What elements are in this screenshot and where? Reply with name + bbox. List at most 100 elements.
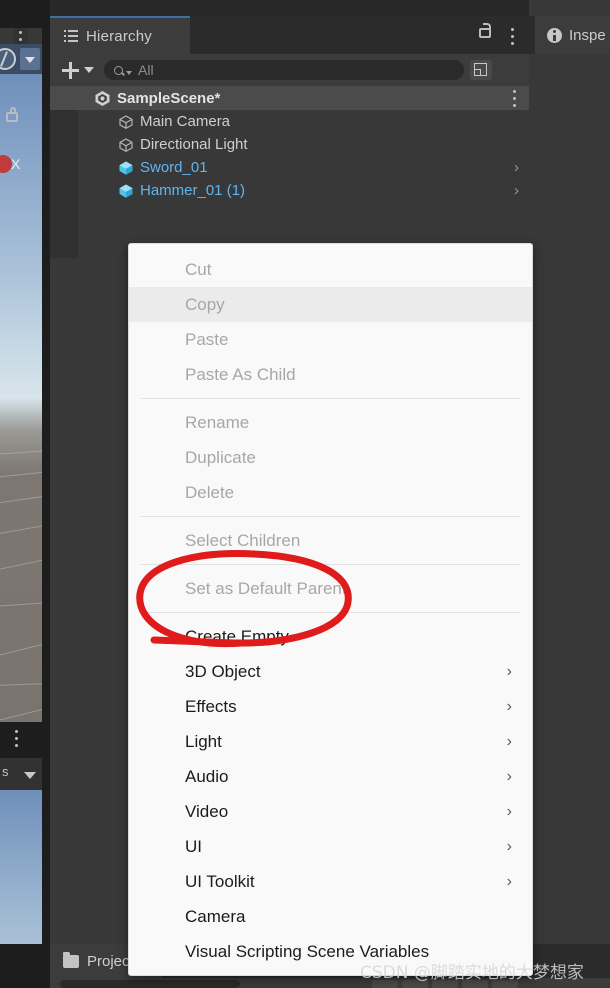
menu-item-label: Light	[185, 731, 222, 751]
menu-item-label: Paste As Child	[185, 364, 296, 384]
menu-item-paste: Paste	[129, 322, 532, 357]
tree-row-label: SampleScene*	[117, 89, 221, 107]
chevron-right-icon[interactable]: ›	[514, 183, 519, 198]
menu-item-light[interactable]: Light ›	[129, 724, 532, 759]
chevron-right-icon[interactable]: ›	[514, 160, 519, 175]
tab-hierarchy-label: Hierarchy	[86, 27, 152, 45]
tree-row-hammer-01[interactable]: Hammer_01 (1) ›	[50, 179, 529, 202]
menu-item-label: Copy	[185, 294, 225, 314]
tree-row-directional-light[interactable]: Directional Light	[50, 133, 529, 156]
watermark-text: CSDN @脚踏实地的大梦想家	[360, 963, 584, 983]
menu-item-label: UI Toolkit	[185, 871, 255, 891]
menu-item-label: UI	[185, 836, 202, 856]
menu-item-label: 3D Object	[185, 661, 261, 681]
menu-item-audio[interactable]: Audio ›	[129, 759, 532, 794]
menu-item-set-as-default-parent: Set as Default Parent	[129, 571, 532, 606]
inspector-body	[529, 54, 610, 944]
tree-row-samplescene[interactable]: SampleScene*	[50, 86, 529, 110]
scene-axis-x-label: X	[11, 156, 21, 172]
chevron-down-icon[interactable]	[84, 67, 94, 73]
row-menu-kebab-icon[interactable]	[513, 90, 517, 111]
menu-item-3d-object[interactable]: 3D Object ›	[129, 654, 532, 689]
menu-item-paste-as-child: Paste As Child	[129, 357, 532, 392]
add-object-button[interactable]	[60, 60, 80, 80]
menu-item-label: Create Empty	[185, 626, 289, 646]
project-search-input[interactable]	[60, 980, 240, 988]
scene-view-panel[interactable]: X s	[0, 0, 42, 988]
lock-icon[interactable]	[479, 23, 491, 38]
menu-item-delete: Delete	[129, 475, 532, 510]
panel-divider	[42, 0, 50, 988]
scene-tool-label: s	[2, 764, 9, 779]
scene-lock-icon	[6, 107, 18, 122]
scene-bottom-bar	[0, 722, 42, 758]
menu-item-label: Paste	[185, 329, 229, 349]
search-input[interactable]: All	[104, 60, 464, 80]
bottom-left-gutter	[0, 944, 50, 988]
chevron-right-icon: ›	[506, 767, 512, 785]
search-placeholder: All	[138, 62, 154, 78]
menu-item-label: Effects	[185, 696, 237, 716]
menu-item-label: Camera	[185, 906, 246, 926]
menu-item-label: Duplicate	[185, 447, 256, 467]
menu-separator	[141, 612, 520, 613]
tree-row-label: Main Camera	[140, 113, 231, 130]
menu-separator	[141, 398, 520, 399]
open-in-new-window-button[interactable]	[470, 60, 492, 80]
scene-top-strip	[0, 0, 42, 28]
tab-hierarchy[interactable]: Hierarchy	[50, 16, 190, 54]
menu-item-label: Cut	[185, 259, 212, 279]
hierarchy-tree: SampleScene* Main Camera Directional Lig…	[50, 86, 529, 202]
search-icon	[114, 65, 123, 75]
menu-item-label: Set as Default Parent	[185, 578, 347, 598]
chevron-right-icon: ›	[506, 837, 512, 855]
inspector-panel: Inspe	[529, 0, 610, 988]
menu-item-label: Select Children	[185, 530, 301, 550]
menu-item-label: Audio	[185, 766, 229, 786]
menu-separator	[141, 516, 520, 517]
menu-item-select-children: Select Children	[129, 523, 532, 558]
tree-row-label: Hammer_01 (1)	[140, 182, 246, 199]
hierarchy-icon	[64, 30, 78, 42]
tab-project-label: Project	[87, 952, 134, 970]
menu-item-ui[interactable]: UI ›	[129, 829, 532, 864]
scene-dropdown-caret-icon[interactable]	[20, 48, 40, 70]
menu-item-camera[interactable]: Camera	[129, 899, 532, 934]
menu-item-rename: Rename	[129, 405, 532, 440]
tab-inspector-label: Inspe	[569, 26, 606, 44]
gameobject-cube-icon	[118, 137, 134, 153]
tree-row-label: Directional Light	[140, 136, 248, 153]
search-filter-caret-icon[interactable]	[126, 70, 132, 75]
chevron-right-icon: ›	[506, 732, 512, 750]
menu-item-label: Video	[185, 801, 229, 821]
menu-item-duplicate: Duplicate	[129, 440, 532, 475]
prefab-cube-icon	[118, 160, 134, 176]
tab-inspector[interactable]: Inspe	[535, 16, 610, 54]
hierarchy-toolbar: All	[50, 54, 529, 86]
menu-item-create-empty[interactable]: Create Empty	[129, 619, 532, 654]
chevron-right-icon: ›	[506, 697, 512, 715]
folder-icon	[63, 951, 79, 968]
chevron-down-icon[interactable]	[24, 772, 36, 779]
prefab-cube-icon	[118, 183, 134, 199]
chevron-right-icon: ›	[506, 872, 512, 890]
menu-item-effects[interactable]: Effects ›	[129, 689, 532, 724]
menu-item-copy: Copy	[129, 287, 532, 322]
gameobject-cube-icon	[118, 114, 134, 130]
menu-item-cut: Cut	[129, 252, 532, 287]
unity-scene-icon	[94, 90, 111, 107]
chevron-right-icon: ›	[506, 802, 512, 820]
tree-row-main-camera[interactable]: Main Camera	[50, 110, 529, 133]
unity-editor-window: X s Hierarchy All SampleScene* Main Came…	[0, 0, 610, 988]
tree-row-sword-01[interactable]: Sword_01 ›	[50, 156, 529, 179]
kebab-icon[interactable]	[15, 730, 19, 751]
menu-item-video[interactable]: Video ›	[129, 794, 532, 829]
info-icon	[547, 27, 562, 43]
menu-item-ui-toolkit[interactable]: UI Toolkit ›	[129, 864, 532, 899]
menu-separator	[141, 564, 520, 565]
hierarchy-context-menu[interactable]: Cut Copy Paste Paste As Child Rename Duplicat…	[128, 243, 533, 976]
chevron-right-icon: ›	[506, 662, 512, 680]
panel-menu-kebab-icon[interactable]	[511, 28, 515, 49]
menu-item-label: Delete	[185, 482, 235, 502]
tree-row-label: Sword_01	[140, 159, 208, 176]
